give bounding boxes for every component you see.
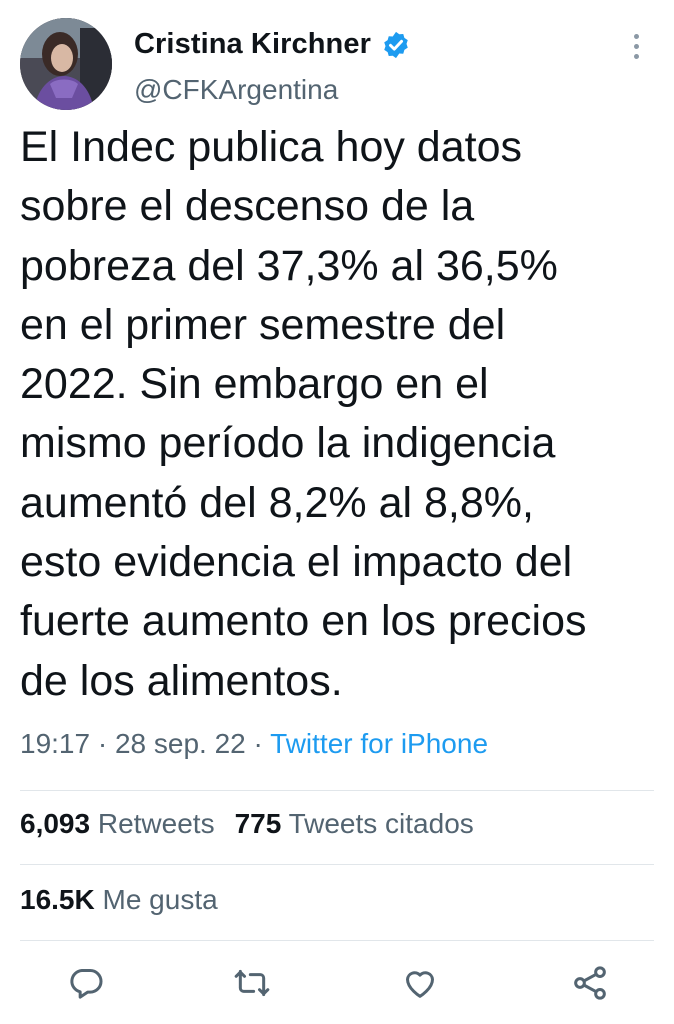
divider (20, 790, 654, 791)
quotes-stat[interactable]: 775 Tweets citados (235, 808, 474, 839)
reply-icon[interactable] (66, 963, 106, 1003)
meta-separator: · (90, 728, 115, 759)
quotes-count: 775 (234, 808, 282, 839)
likes-count: 16.5K (20, 884, 95, 915)
tweet-text: El Indec publica hoy datos sobre el desc… (20, 123, 587, 705)
name-row: Cristina Kirchner (134, 28, 411, 61)
likes-stat[interactable]: 16.5K Me gusta (20, 884, 218, 915)
user-handle[interactable]: @CFKArgentina (134, 74, 338, 106)
avatar-photo (20, 18, 112, 110)
retweet-icon[interactable] (232, 963, 272, 1003)
retweets-label: Retweets (97, 808, 215, 839)
retweets-count: 6,093 (20, 808, 91, 839)
quotes-label: Tweets citados (288, 808, 474, 839)
meta-separator: · (245, 728, 271, 759)
share-icon[interactable] (570, 963, 610, 1003)
verified-badge-icon (381, 30, 411, 60)
likes-stats-row: 16.5K Me gusta (20, 884, 218, 916)
likes-label: Me gusta (102, 884, 218, 915)
display-name[interactable]: Cristina Kirchner (134, 28, 371, 61)
tweet-date: 28 sep. 22 (114, 728, 246, 759)
tweet-source-link[interactable]: Twitter for iPhone (270, 728, 488, 759)
tweet-meta: 19:17 · 28 sep. 22 · Twitter for iPhone (20, 728, 488, 760)
tweet-time: 19:17 (20, 728, 91, 759)
divider (20, 864, 654, 865)
retweet-stats-row: 6,093 Retweets 775 Tweets citados (20, 808, 474, 840)
avatar[interactable] (20, 18, 112, 110)
more-vertical-icon[interactable] (630, 34, 642, 64)
retweets-stat[interactable]: 6,093 Retweets (20, 808, 215, 839)
action-bar (0, 955, 674, 1015)
heart-icon[interactable] (400, 963, 440, 1003)
divider (20, 940, 654, 941)
tweet-header: Cristina Kirchner @CFKArgentina (0, 0, 674, 120)
